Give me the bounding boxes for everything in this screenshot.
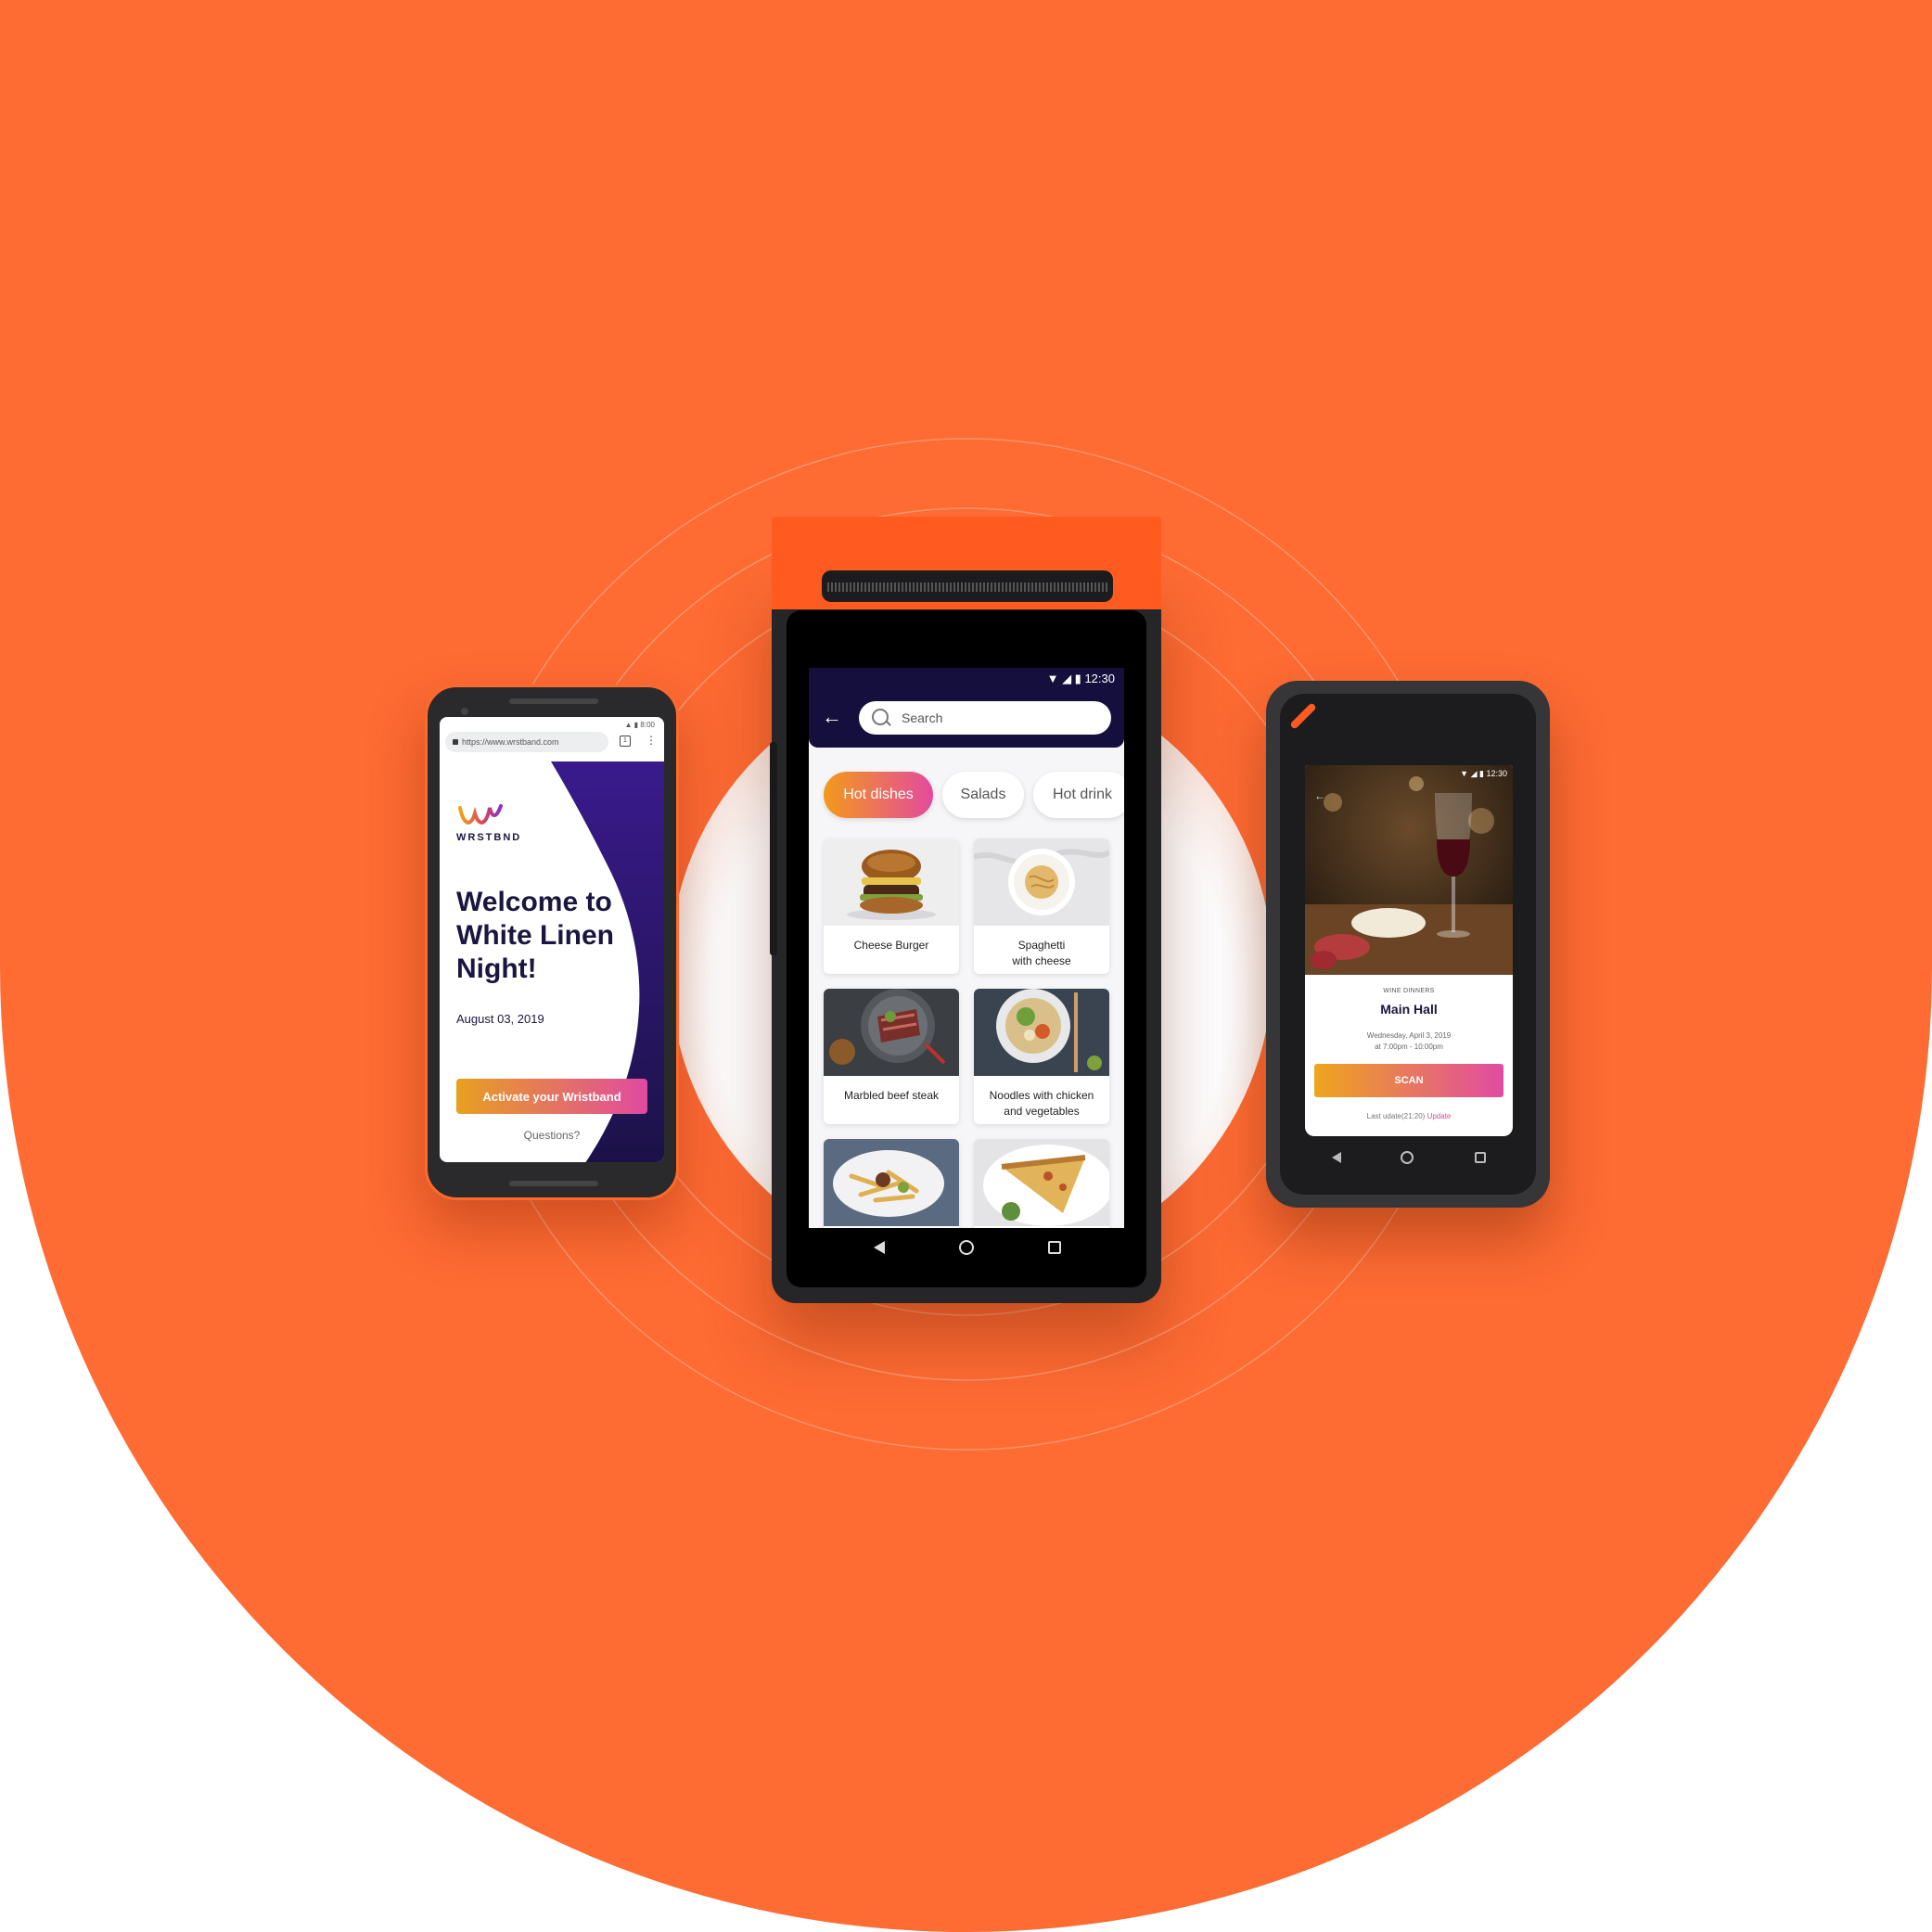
questions-link[interactable]: Questions? [440, 1129, 664, 1142]
last-update-text: Last udate(21:20) [1366, 1112, 1426, 1120]
event-category: WINE DINNERS [1383, 988, 1435, 994]
nav-recents-icon[interactable] [1475, 1152, 1486, 1163]
wrstbnd-logo [458, 804, 503, 825]
url-bar[interactable]: https://www.wrstband.com [445, 732, 608, 752]
left-phone: ▲ ▮ 8:00 https://www.wrstband.com 1 ⋮ WR… [425, 685, 679, 1200]
nav-back-icon[interactable] [874, 1241, 885, 1254]
search-input[interactable]: Search [859, 701, 1111, 735]
side-button[interactable] [770, 742, 777, 955]
nav-recents-icon[interactable] [1048, 1241, 1061, 1254]
back-arrow-icon[interactable]: ← [822, 705, 842, 729]
welcome-title: Welcome to White Linen Night! [456, 887, 614, 984]
wine-photo [1305, 765, 1513, 975]
pos-screen: ▼ ◢ ▮ 12:30 ← Search Hot dishes Salads H… [809, 668, 1124, 1228]
tab-hot-dishes[interactable]: Hot dishes [824, 772, 933, 818]
pizza-photo [974, 1139, 1109, 1226]
brand-wordmark: WRSTBND [456, 832, 522, 843]
status-bar: ▼ ◢ ▮ 12:30 [1460, 769, 1507, 778]
item-label: Marbled beef steak [843, 1089, 940, 1102]
menu-item-card[interactable] [974, 1139, 1109, 1228]
status-bar: ▼ ◢ ▮ 12:30 [1046, 672, 1115, 685]
nav-back-icon[interactable] [1332, 1152, 1341, 1163]
nav-home-icon[interactable] [1401, 1151, 1414, 1164]
steak-photo [824, 989, 959, 1076]
android-nav-bar [1280, 1139, 1536, 1176]
app-header: ▼ ◢ ▮ 12:30 ← Search [809, 668, 1124, 748]
phone-bottom-speaker [509, 1181, 598, 1186]
scan-button[interactable]: SCAN [1314, 1064, 1503, 1097]
receipt-slot-teeth [827, 582, 1107, 592]
item-label: Cheese Burger [853, 939, 929, 952]
more-menu-icon[interactable]: ⋮ [646, 734, 657, 747]
tab-salads[interactable]: Salads [942, 772, 1024, 818]
back-arrow-icon[interactable]: ← [1314, 789, 1325, 802]
status-bar: ▲ ▮ 8:00 [624, 721, 655, 729]
menu-item-card[interactable]: Noodles with chicken and vegetables [974, 989, 1109, 1124]
nav-home-icon[interactable] [959, 1240, 974, 1255]
url-text: https://www.wrstband.com [462, 737, 559, 747]
item-label: Noodles with chicken and vegetables [989, 1089, 1094, 1118]
pasta-photo [974, 838, 1109, 926]
tabs-count-icon[interactable]: 1 [620, 736, 631, 747]
item-label: Spaghetti with cheese [1012, 939, 1071, 967]
android-nav-bar [787, 1224, 1146, 1271]
lock-icon [453, 739, 458, 745]
event-date: August 03, 2019 [456, 1012, 544, 1026]
menu-item-card[interactable]: Marbled beef steak [824, 989, 959, 1124]
status-time: 12:30 [1486, 769, 1507, 778]
menu-item-card[interactable]: Spaghetti with cheese [974, 838, 1109, 974]
menu-item-card[interactable] [824, 1139, 959, 1228]
right-device-screen: ▼ ◢ ▮ 12:30 ← WINE DINNERS Main Hall Wed… [1305, 765, 1513, 1136]
tab-hot-drink[interactable]: Hot drink [1033, 772, 1124, 818]
update-link[interactable]: Update [1427, 1112, 1452, 1120]
event-datetime: Wednesday, April 3, 2019 at 7:00pm - 10:… [1366, 1031, 1452, 1051]
phone-speaker [509, 698, 598, 704]
status-time: 12:30 [1084, 672, 1115, 685]
menu-item-card[interactable]: Cheese Burger [824, 838, 959, 974]
event-title: Main Hall [1380, 1002, 1438, 1017]
status-time: 8:00 [640, 721, 655, 729]
last-update-line: Last udate(21:20) Update [1305, 1112, 1513, 1120]
fries-photo [824, 1139, 959, 1226]
noodles-photo [974, 989, 1109, 1076]
phone-camera [461, 708, 468, 715]
search-placeholder: Search [902, 710, 943, 725]
left-phone-screen: ▲ ▮ 8:00 https://www.wrstband.com 1 ⋮ WR… [440, 717, 664, 1162]
activate-wristband-button[interactable]: Activate your Wristband [456, 1079, 647, 1114]
search-icon [872, 709, 889, 725]
burger-photo [824, 838, 959, 926]
